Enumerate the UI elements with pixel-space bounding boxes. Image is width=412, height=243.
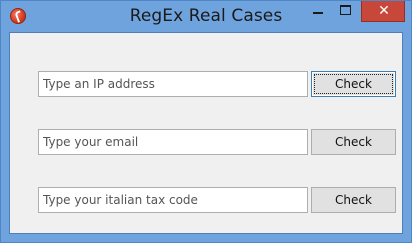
minimize-button[interactable]	[305, 1, 331, 22]
check-email-button[interactable]: Check	[311, 129, 396, 155]
check-tax-code-button[interactable]: Check	[311, 187, 396, 213]
ip-address-input[interactable]	[38, 71, 308, 97]
email-input[interactable]	[38, 129, 308, 155]
maximize-button[interactable]	[333, 1, 359, 22]
close-icon: ✕	[378, 3, 390, 19]
check-ip-button[interactable]: Check	[311, 71, 396, 97]
form-panel: Check Check Check	[9, 32, 403, 234]
app-window: RegEx Real Cases ✕ Check Check Check	[0, 0, 412, 243]
tax-code-input[interactable]	[38, 187, 308, 213]
close-button[interactable]: ✕	[361, 1, 405, 22]
title-bar[interactable]: RegEx Real Cases ✕	[1, 1, 411, 32]
